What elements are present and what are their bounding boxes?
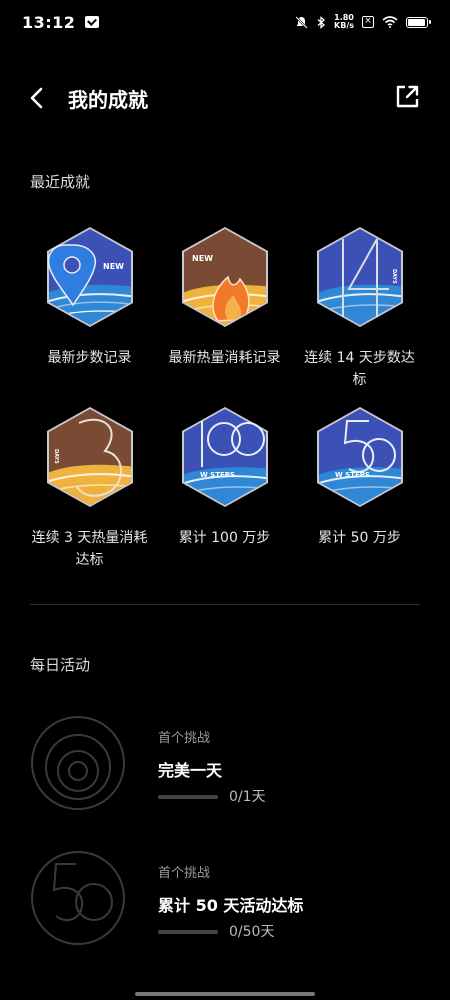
badge-label: 累计 50 万步 <box>318 530 401 546</box>
location-pin-icon: NEW <box>46 227 133 327</box>
recent-section-title: 最近成就 <box>30 173 91 191</box>
progress-text: 0/1天 <box>229 789 266 805</box>
badge-tag: DAYS <box>391 269 397 284</box>
badge-label: 累计 100 万步 <box>178 530 271 546</box>
activity-subtitle: 首个挑战 <box>158 866 211 881</box>
network-speed-unit: KB/s <box>334 21 354 30</box>
activity-subtitle: 首个挑战 <box>158 731 211 746</box>
badge-50w-steps[interactable]: W STEPS 累计 50 万步 <box>292 405 427 549</box>
number-50-icon: W STEPS <box>316 407 403 507</box>
number-100-icon: W STEPS <box>181 407 268 507</box>
number-50-times-icon <box>31 851 125 945</box>
back-icon[interactable] <box>26 86 50 110</box>
badge-calorie-record[interactable]: NEW 最新热量消耗记录 <box>157 225 292 369</box>
share-icon[interactable] <box>394 84 420 110</box>
progress-bar <box>158 930 218 934</box>
badge-100w-steps[interactable]: W STEPS 累计 100 万步 <box>157 405 292 549</box>
status-right: 1.80 KB/s × <box>295 14 431 30</box>
badge-3-days-calorie[interactable]: DAYS 连续 3 天热量消耗达标 <box>22 405 157 571</box>
rings-icon <box>31 716 125 810</box>
network-speed: 1.80 KB/s <box>334 14 354 30</box>
mail-icon <box>85 16 100 28</box>
daily-section-title: 每日活动 <box>30 656 91 674</box>
mute-icon <box>295 15 308 29</box>
badge-14-days-steps[interactable]: DAYS 连续 14 天步数达标 <box>292 225 427 391</box>
status-time: 13:12 <box>22 12 76 32</box>
activity-50-days[interactable]: 首个挑战 累计 50 天活动达标 0/50天 <box>0 850 450 970</box>
home-indicator[interactable] <box>135 992 315 996</box>
section-divider <box>30 604 420 605</box>
number-3-icon: DAYS <box>46 407 133 507</box>
flame-icon: NEW <box>181 227 268 327</box>
badge-step-record[interactable]: NEW 最新步数记录 <box>22 225 157 369</box>
battery-icon <box>406 16 431 28</box>
page-title: 我的成就 <box>68 88 148 112</box>
badge-label: 连续 3 天热量消耗达标 <box>31 530 148 568</box>
badge-tag: NEW <box>192 254 213 263</box>
progress-text: 0/50天 <box>229 924 275 940</box>
activity-perfect-day[interactable]: 首个挑战 完美一天 0/1天 <box>0 715 450 835</box>
badge-label: 连续 14 天步数达标 <box>304 350 415 388</box>
badge-tag: NEW <box>103 262 124 271</box>
activity-title: 累计 50 天活动达标 <box>158 896 304 915</box>
status-left: 13:12 <box>22 12 100 32</box>
activity-title: 完美一天 <box>158 761 223 780</box>
number-14-icon: DAYS <box>316 227 403 327</box>
badge-tag: W STEPS <box>200 471 235 479</box>
badge-tag: DAYS <box>53 449 59 464</box>
bluetooth-icon <box>317 15 326 29</box>
progress-bar <box>158 795 218 799</box>
wifi-icon <box>382 16 398 28</box>
header: 我的成就 <box>0 76 450 120</box>
badge-label: 最新热量消耗记录 <box>168 350 281 366</box>
x-box-icon: × <box>362 16 374 28</box>
badge-label: 最新步数记录 <box>47 350 132 366</box>
status-bar: 13:12 1.80 KB/s × <box>0 0 450 44</box>
badge-tag: W STEPS <box>335 471 370 479</box>
